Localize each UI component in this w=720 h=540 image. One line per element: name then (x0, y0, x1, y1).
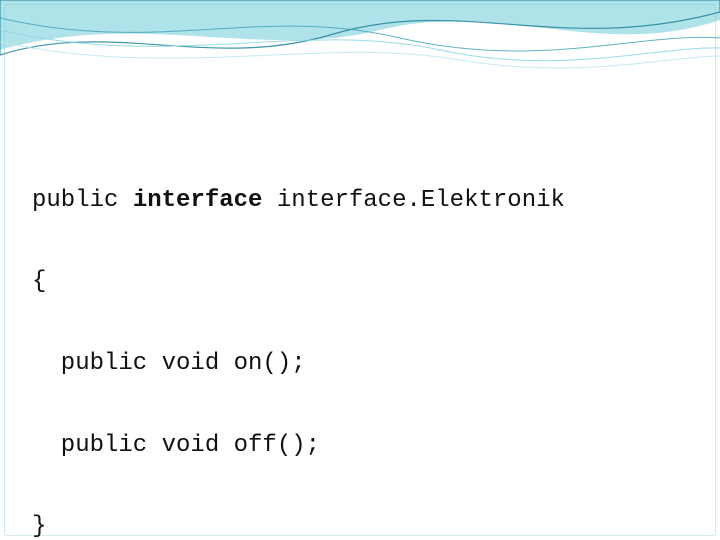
code-line-3: public void on(); (32, 344, 688, 385)
code-text: public (32, 187, 133, 214)
header-wave-decoration (0, 0, 720, 120)
code-block: public interface interface.Elektronik { … (32, 140, 688, 540)
code-line-5: } (32, 507, 688, 540)
code-text: interface.Elektronik (262, 187, 564, 214)
keyword-interface: interface (133, 187, 263, 214)
code-line-2: { (32, 262, 688, 303)
code-line-1: public interface interface.Elektronik (32, 181, 688, 222)
code-line-4: public void off(); (32, 426, 688, 467)
code-text: public void on(); (61, 350, 306, 377)
brace-close: } (32, 513, 46, 540)
brace-open: { (32, 268, 46, 295)
code-text: public void off(); (61, 432, 320, 459)
wave-icon (0, 0, 720, 120)
slide: public interface interface.Elektronik { … (0, 0, 720, 540)
